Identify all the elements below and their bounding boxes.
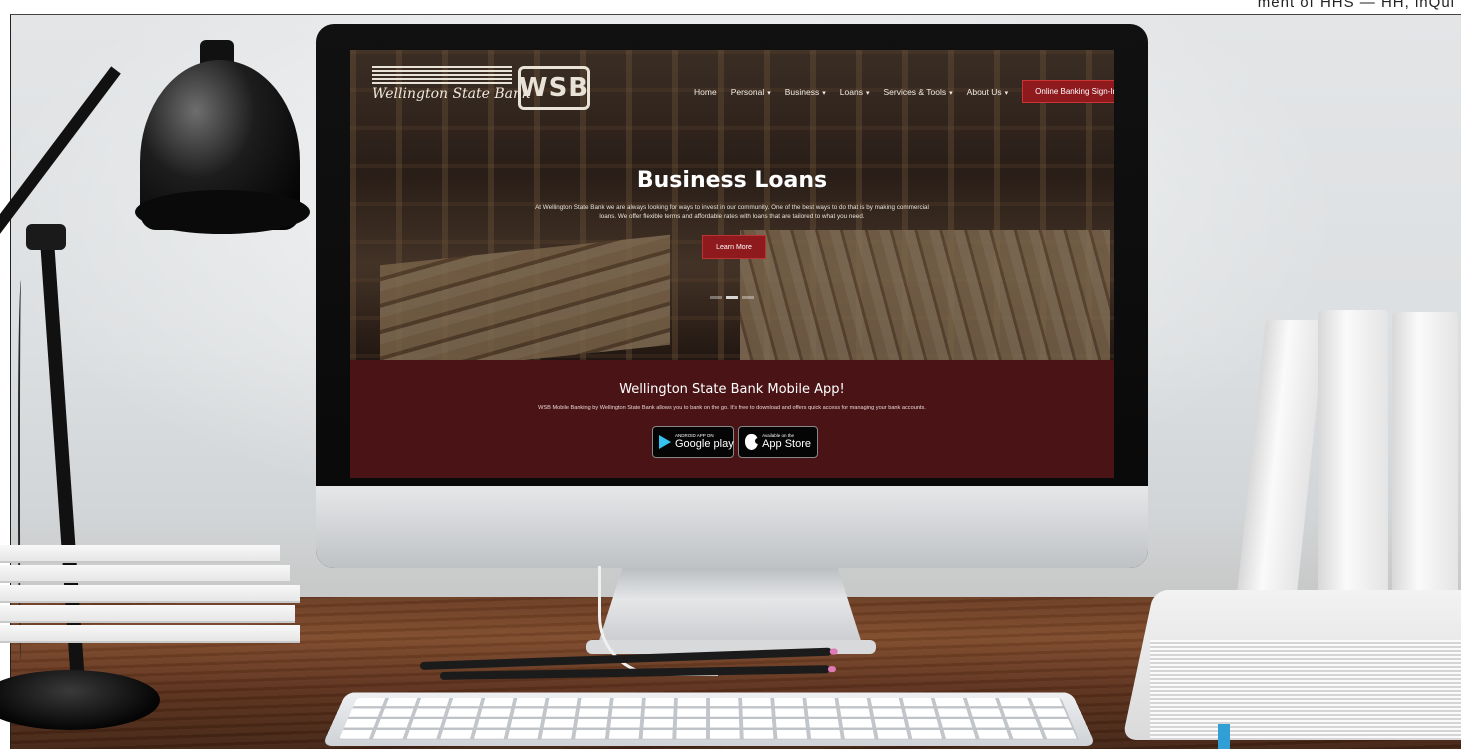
main-nav: Home Personal ▾ Business ▾ Loans ▾ Services…: [694, 80, 1114, 103]
monitor-screen: Wellington State Bank WSB Home Personal ▾…: [350, 50, 1114, 478]
nav-label: Personal: [730, 86, 765, 97]
chevron-down-icon: ▾: [949, 89, 953, 97]
logo-mark: WSB: [518, 66, 590, 110]
top-text-fragment: ment of HHS — HH, inQui: [1257, 0, 1455, 11]
nav-item-business[interactable]: Business ▾: [785, 87, 826, 97]
hero-description: At Wellington State Bank we are always l…: [535, 204, 929, 220]
lamp-shade-rim: [135, 190, 310, 234]
app-section-title: Wellington State Bank Mobile App!: [619, 382, 845, 397]
chevron-down-icon: ▾: [1004, 89, 1009, 97]
nav-item-personal[interactable]: Personal ▾: [731, 87, 771, 97]
apple-icon: [745, 434, 762, 450]
nav-item-about-us[interactable]: About Us ▾: [967, 87, 1008, 97]
keyboard: [322, 692, 1096, 746]
chevron-down-icon: ▾: [865, 89, 870, 97]
pencil-eraser: [829, 648, 838, 655]
standing-book: [1392, 312, 1458, 620]
slider-dot[interactable]: [710, 296, 722, 299]
book: [0, 585, 300, 603]
learn-more-button[interactable]: Learn More: [702, 235, 766, 259]
book: [0, 565, 290, 583]
nav-label: Loans: [839, 86, 863, 97]
chevron-down-icon: ▾: [767, 89, 771, 97]
hero-title: Business Loans: [636, 168, 828, 193]
keyboard-key-rows: [338, 698, 1080, 740]
slider-dots: [710, 296, 754, 299]
standing-book: [1318, 310, 1388, 620]
mobile-app-section: Wellington State Bank Mobile App! WSB Mo…: [350, 360, 1114, 478]
app-store-badge[interactable]: Available on the App Store: [738, 426, 818, 458]
nav-item-home[interactable]: Home: [694, 87, 717, 97]
app-store-big-text: App Store: [762, 438, 811, 450]
online-banking-signin-button[interactable]: Online Banking Sign-In: [1022, 80, 1114, 103]
book: [0, 605, 295, 623]
top-strip: ment of HHS — HH, inQui: [0, 0, 1461, 14]
monitor-chin: [316, 486, 1148, 568]
nav-label: Business: [784, 86, 820, 97]
nav-item-loans[interactable]: Loans ▾: [840, 87, 870, 97]
logo-script-text: Wellington State Bank: [372, 86, 531, 102]
nav-label: Home: [694, 86, 717, 97]
slider-dot-active[interactable]: [726, 296, 738, 299]
nav-label: About Us: [966, 86, 1002, 97]
bank-logo[interactable]: Wellington State Bank WSB: [372, 66, 592, 116]
pencil-eraser: [827, 666, 836, 673]
bookmark-ribbon: [1218, 724, 1230, 749]
app-section-text: WSB Mobile Banking by Wellington State B…: [538, 405, 926, 411]
slider-dot[interactable]: [742, 296, 754, 299]
book: [0, 545, 280, 563]
google-play-badge[interactable]: ANDROID APP ON Google play: [652, 426, 734, 458]
play-store-icon: [659, 435, 671, 449]
nav-item-services-tools[interactable]: Services & Tools ▾: [883, 87, 952, 97]
nav-label: Services & Tools: [883, 86, 947, 97]
chevron-down-icon: ▾: [822, 89, 826, 97]
book: [0, 625, 300, 643]
logo-lines: [372, 66, 512, 84]
store-badges: ANDROID APP ON Google play Available on …: [652, 426, 818, 458]
notebook-pages: [1150, 640, 1461, 740]
google-play-big-text: Google play: [675, 438, 734, 450]
stacked-books-left: [0, 545, 300, 645]
lamp-joint: [26, 224, 66, 250]
